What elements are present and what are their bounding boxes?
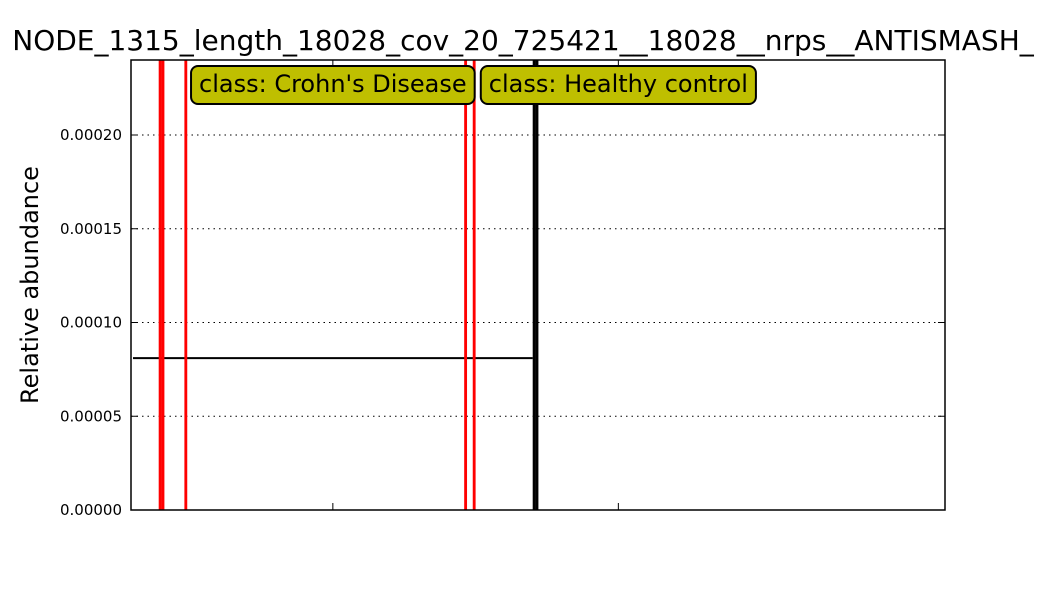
class-label-text: class: Healthy control [489, 70, 748, 98]
sample-bar [158, 60, 162, 510]
y-tick-label: 0.00005 [60, 407, 122, 425]
class-label-text: class: Crohn's Disease [199, 70, 467, 98]
chart-title: NODE_1315_length_18028_cov_20_725421__18… [12, 24, 1034, 57]
y-tick-label: 0.00015 [60, 220, 122, 238]
class-label-box: class: Crohn's Disease [190, 65, 476, 105]
sample-bar [472, 60, 476, 510]
sample-bar [535, 60, 539, 510]
sample-bar [532, 60, 536, 510]
y-axis-label: Relative abundance [16, 166, 44, 404]
y-tick-label: 0.00000 [60, 501, 122, 519]
sample-bar [184, 60, 188, 510]
class-labels: class: Crohn's Disease class: Healthy con… [190, 65, 757, 105]
sample-bar [161, 60, 165, 510]
y-tick-label: 0.00020 [60, 126, 122, 144]
class-label-box: class: Healthy control [479, 65, 757, 105]
sample-bar [464, 60, 468, 510]
chart-svg: NODE_1315_length_18028_cov_20_725421__18… [12, 24, 1034, 519]
y-tick-label: 0.00010 [60, 314, 122, 332]
sample-bars [158, 60, 539, 510]
